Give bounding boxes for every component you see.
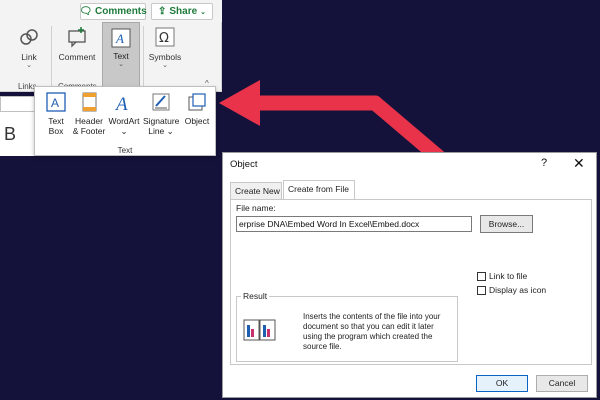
tab-create-from-file[interactable]: Create from File bbox=[283, 180, 355, 199]
text-menu-button[interactable]: A Text ⌄ bbox=[102, 22, 140, 92]
object-dialog: Object ? ✕ Create New Create from File F… bbox=[222, 152, 597, 398]
result-groupbox: Result Inserts the contents of the file … bbox=[236, 291, 458, 362]
file-name-label: File name: bbox=[236, 203, 276, 213]
object-button[interactable]: Object bbox=[179, 91, 215, 126]
group-divider bbox=[51, 26, 52, 88]
comment-bubble-icon: 🗨 bbox=[79, 6, 93, 17]
svg-text:A: A bbox=[115, 31, 124, 46]
result-label: Result bbox=[241, 291, 270, 301]
svg-text:A: A bbox=[114, 94, 128, 113]
tab-create-new[interactable]: Create New bbox=[230, 182, 282, 199]
signature-line-icon bbox=[152, 93, 170, 111]
dialog-title: Object bbox=[230, 159, 258, 170]
text-icon: A bbox=[111, 28, 131, 48]
checkbox-box[interactable] bbox=[477, 285, 486, 295]
chevron-down-icon: ⌄ bbox=[26, 62, 32, 69]
display-as-icon-checkbox[interactable]: Display as icon bbox=[477, 285, 546, 295]
signature-line-button[interactable]: Signature Line ⌄ bbox=[143, 91, 179, 136]
close-icon[interactable]: ✕ bbox=[573, 155, 585, 172]
omega-symbol-icon: Ω bbox=[155, 27, 175, 47]
wordart-icon: A bbox=[114, 94, 128, 113]
excel-ribbon: 🗨 Comments ⇪ Share ⌄ Link ⌄ Links Commen… bbox=[0, 0, 222, 92]
create-from-file-panel: File name: erprise DNA\Embed Word In Exc… bbox=[230, 199, 592, 365]
arrow-to-object-head bbox=[219, 80, 260, 126]
result-document-icon bbox=[243, 319, 276, 341]
cancel-button[interactable]: Cancel bbox=[536, 375, 588, 392]
wordart-button[interactable]: A WordArt ⌄ bbox=[106, 91, 142, 136]
group-divider bbox=[143, 26, 144, 88]
share-icon: ⇪ bbox=[157, 6, 167, 17]
file-name-input[interactable]: erprise DNA\Embed Word In Excel\Embed.do… bbox=[236, 216, 472, 232]
link-to-file-checkbox[interactable]: Link to file bbox=[477, 271, 527, 281]
comments-button[interactable]: 🗨 Comments bbox=[79, 3, 147, 20]
object-icon bbox=[188, 93, 206, 111]
header-footer-icon bbox=[82, 92, 97, 112]
chevron-down-icon: ⌄ bbox=[162, 62, 168, 69]
ribbon-topbar: 🗨 Comments ⇪ Share ⌄ bbox=[0, 0, 222, 22]
chevron-down-icon: ⌄ bbox=[200, 8, 207, 16]
text-gallery-dropdown: A Text Box Header & Footer A WordArt ⌄ S… bbox=[34, 86, 216, 156]
svg-text:A: A bbox=[51, 96, 59, 110]
chevron-down-icon: ⌄ bbox=[118, 61, 124, 68]
text-box-button[interactable]: A Text Box bbox=[38, 91, 74, 136]
result-description: Inserts the contents of the file into yo… bbox=[303, 312, 441, 351]
checkbox-box[interactable] bbox=[477, 271, 486, 281]
link-icon bbox=[20, 29, 38, 45]
header-footer-button[interactable]: Header & Footer bbox=[71, 91, 107, 136]
share-button[interactable]: ⇪ Share ⌄ bbox=[151, 3, 213, 20]
symbols-button[interactable]: Ω Symbols ⌄ bbox=[146, 22, 184, 92]
new-comment-icon bbox=[68, 27, 86, 48]
svg-text:Ω: Ω bbox=[159, 31, 169, 46]
browse-button[interactable]: Browse... bbox=[480, 215, 533, 233]
ok-button[interactable]: OK bbox=[476, 375, 528, 392]
help-icon[interactable]: ? bbox=[541, 157, 547, 169]
text-box-icon: A bbox=[46, 92, 66, 112]
group-label-text: Text bbox=[117, 146, 133, 155]
